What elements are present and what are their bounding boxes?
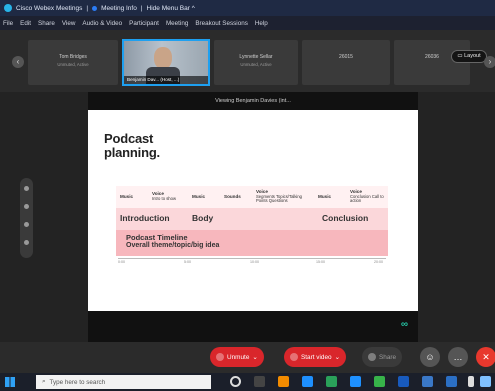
more-options-button[interactable]: … xyxy=(448,347,468,367)
segment-cell: Voice Intro to show xyxy=(152,191,176,201)
menu-meeting[interactable]: Meeting xyxy=(166,20,188,27)
avatar xyxy=(154,47,172,69)
end-meeting-button[interactable]: ✕ xyxy=(476,347,495,367)
section-conclusion: Conclusion xyxy=(322,213,369,223)
menu-share[interactable]: Share xyxy=(38,20,55,27)
app-icon[interactable] xyxy=(374,376,385,387)
app-title: Cisco Webex Meetings xyxy=(16,4,83,12)
scroll-left-icon[interactable]: ‹ xyxy=(12,56,24,68)
section-introduction: Introduction xyxy=(120,213,170,223)
hide-menu-bar-link[interactable]: Hide Menu Bar ^ xyxy=(147,5,195,12)
participant-status: Unmuted, Active xyxy=(240,62,272,67)
segment-cell: Music xyxy=(192,193,206,199)
microphone-muted-icon xyxy=(216,353,224,361)
meeting-control-bar: Unmute ⌄ Start video ⌄ Share ☺ … ✕ xyxy=(0,342,495,373)
menu-view[interactable]: View xyxy=(62,20,76,27)
webex-watermark-icon: ∞ xyxy=(400,319,408,330)
menu-help[interactable]: Help xyxy=(255,20,268,27)
chevron-down-icon: ⌄ xyxy=(334,354,340,361)
webex-window: Cisco Webex Meetings | Meeting Info | Hi… xyxy=(0,0,495,391)
word-icon[interactable] xyxy=(398,376,409,387)
segment-cell: Music xyxy=(120,193,134,199)
section-row: Introduction Body Conclusion xyxy=(116,208,388,230)
participant-name: Lynnette Sellar xyxy=(239,54,273,60)
zoom-out-icon[interactable] xyxy=(24,222,29,227)
share-icon xyxy=(368,353,376,361)
unmute-button[interactable]: Unmute ⌄ xyxy=(210,347,264,367)
participant-name: 26036 xyxy=(425,54,439,60)
segment-cell: Sounds xyxy=(224,193,241,199)
reactions-button[interactable]: ☺ xyxy=(420,347,440,367)
outlook-icon[interactable] xyxy=(446,376,457,387)
participant-name: Tom Bridges xyxy=(59,54,87,60)
participant-tile[interactable]: Tom Bridges Unmuted, Active xyxy=(28,40,118,85)
shared-content-stage: Viewing Benjamin Davies (int... Podcast … xyxy=(0,92,495,342)
participant-tile[interactable]: Lynnette Sellar Unmuted, Active xyxy=(214,40,298,85)
webex-meetings-icon[interactable] xyxy=(422,376,433,387)
menu-edit[interactable]: Edit xyxy=(20,20,31,27)
windows-start-icon[interactable] xyxy=(5,377,15,387)
segment-row: Music Voice Intro to show Music Sounds Vo… xyxy=(116,186,388,208)
participant-name: 26015 xyxy=(339,54,353,60)
zoom-level-icon[interactable] xyxy=(24,204,29,209)
axis-tick: 0:00 xyxy=(118,260,125,264)
cloud-icon[interactable] xyxy=(480,376,491,387)
axis-tick: 20:00 xyxy=(374,260,383,264)
segment-cell: Voice Segments Topics/Talking Points Ques… xyxy=(256,189,303,204)
timeline-row: Podcast Timeline Overall theme/topic/big… xyxy=(116,230,388,256)
taskbar-search-input[interactable]: ⌕ Type here to search xyxy=(36,375,211,389)
menu-file[interactable]: File xyxy=(3,20,13,27)
firefox-icon[interactable] xyxy=(278,376,289,387)
participant-tile[interactable]: 26015 xyxy=(302,40,390,85)
fit-icon[interactable] xyxy=(24,240,29,245)
search-icon: ⌕ xyxy=(42,378,46,385)
scroll-right-icon[interactable]: › xyxy=(484,56,495,68)
participant-status: Unmuted, Active xyxy=(57,62,89,67)
participant-strip: ‹ Tom Bridges Unmuted, Active Benjamin D… xyxy=(0,30,495,92)
menu-breakout-sessions[interactable]: Breakout Sessions xyxy=(195,20,248,27)
timeline-title: Podcast Timeline xyxy=(126,233,188,242)
camera-off-icon xyxy=(290,353,298,361)
presentation-slide: Podcast planning. Music Voice Intro to sh… xyxy=(88,110,418,326)
timeline-axis: 0:00 5:00 10:00 15:00 20:00 xyxy=(116,258,388,266)
os-taskbar: ⌕ Type here to search xyxy=(0,373,495,391)
timeline-subtitle: Overall theme/topic/big idea xyxy=(126,242,220,249)
meeting-info-icon xyxy=(92,5,98,11)
webex-taskbar-icon[interactable] xyxy=(326,376,337,387)
chevron-down-icon: ⌄ xyxy=(252,354,258,361)
menu-bar: File Edit Share View Audio & Video Parti… xyxy=(0,16,495,30)
task-view-icon[interactable] xyxy=(254,376,265,387)
edge-icon[interactable] xyxy=(350,376,361,387)
segment-cell: Voice Conclusion Call to action xyxy=(350,189,384,204)
webex-logo-icon xyxy=(4,4,12,12)
participant-name: Benjamin Dav... (Host, ...) xyxy=(124,76,208,84)
zoom-toolbar xyxy=(20,178,33,258)
share-button[interactable]: Share xyxy=(362,347,403,367)
axis-tick: 15:00 xyxy=(316,260,325,264)
axis-tick: 10:00 xyxy=(250,260,259,264)
meeting-info-link[interactable]: Meeting Info xyxy=(101,5,137,12)
segment-cell: Music xyxy=(318,193,332,199)
viewing-banner[interactable]: Viewing Benjamin Davies (int... xyxy=(88,92,418,110)
menu-participant[interactable]: Participant xyxy=(129,20,159,27)
file-explorer-icon[interactable] xyxy=(302,376,313,387)
slide-footer: ∞ xyxy=(88,311,418,342)
layout-button[interactable]: ▭ Layout xyxy=(451,50,487,63)
active-speaker-tile[interactable]: Benjamin Dav... (Host, ...) xyxy=(122,39,210,86)
axis-tick: 5:00 xyxy=(184,260,191,264)
slide-title: Podcast planning. xyxy=(104,131,160,160)
title-bar: Cisco Webex Meetings | Meeting Info | Hi… xyxy=(0,0,495,16)
start-video-button[interactable]: Start video ⌄ xyxy=(284,347,346,367)
zoom-in-icon[interactable] xyxy=(24,186,29,191)
section-body: Body xyxy=(192,213,214,223)
menu-audio-video[interactable]: Audio & Video xyxy=(82,20,122,27)
cortana-icon[interactable] xyxy=(230,376,241,387)
show-hidden-icons-icon[interactable] xyxy=(468,376,474,387)
